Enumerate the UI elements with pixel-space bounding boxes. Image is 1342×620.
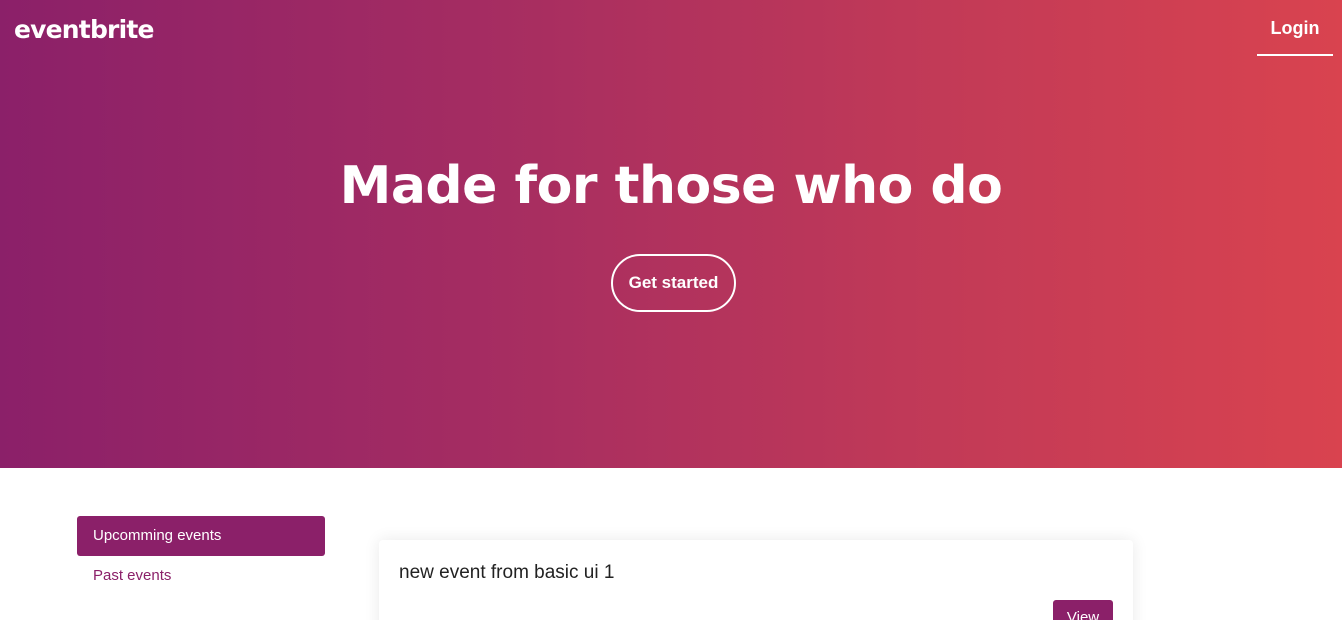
event-card: new event from basic ui 1 View	[379, 540, 1133, 620]
eventbrite-logo[interactable]: eventbrite	[14, 14, 154, 46]
tab-past-events[interactable]: Past events	[77, 556, 325, 596]
get-started-button[interactable]: Get started	[611, 254, 736, 312]
tab-upcoming-events[interactable]: Upcomming events	[77, 516, 325, 556]
hero-title: Made for those who do	[339, 156, 1003, 216]
event-title: new event from basic ui 1	[399, 562, 615, 583]
view-event-button[interactable]: View	[1053, 600, 1113, 620]
hero-banner: eventbrite Login Made for those who do G…	[0, 0, 1342, 468]
login-link[interactable]: Login	[1257, 0, 1333, 56]
